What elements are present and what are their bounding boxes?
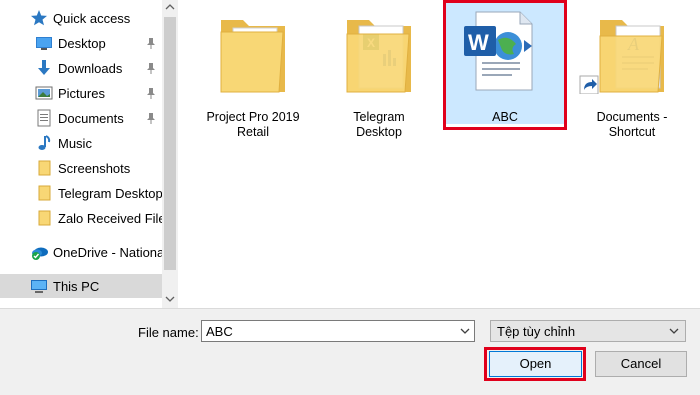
sidebar-item-pictures[interactable]: Pictures: [0, 81, 162, 105]
pin-icon: [146, 37, 156, 49]
folder-shortcut-icon: A: [572, 10, 692, 95]
sidebar-item-desktop[interactable]: Desktop: [0, 31, 162, 55]
documents-icon: [35, 109, 53, 127]
dialog-footer: File name: ABC Tệp tùy chỉnh Open Cancel: [0, 308, 700, 395]
scrollbar-thumb[interactable]: [164, 17, 176, 270]
sidebar-item-downloads[interactable]: Downloads: [0, 56, 162, 80]
folder-icon: [35, 209, 53, 227]
sidebar-scrollbar[interactable]: [162, 0, 178, 308]
chevron-down-icon[interactable]: [669, 324, 679, 334]
folder-excel-icon: X: [319, 10, 439, 94]
file-type-filter[interactable]: Tệp tùy chỉnh: [490, 320, 686, 342]
onedrive-icon: [30, 243, 48, 261]
sidebar-item-telegram-desktop[interactable]: Telegram Desktop: [0, 181, 162, 205]
file-name-value: ABC: [206, 324, 233, 339]
this-pc-icon: [30, 277, 48, 295]
pin-icon: [146, 112, 156, 124]
navigation-pane: Quick access Desktop Downloads Pictures …: [0, 0, 179, 308]
highlight-box-abc: [443, 0, 567, 130]
sidebar-item-documents[interactable]: Documents: [0, 106, 162, 130]
chevron-down-icon[interactable]: [460, 324, 470, 334]
sidebar-item-screenshots[interactable]: Screenshots: [0, 156, 162, 180]
sidebar-item-zalo-received-files[interactable]: Zalo Received Files: [0, 206, 162, 230]
cancel-button[interactable]: Cancel: [595, 351, 687, 377]
scroll-down-icon[interactable]: [165, 294, 175, 304]
file-list: Project Pro 2019 Retail X Telegram Deskt…: [178, 0, 700, 308]
pin-icon: [146, 87, 156, 99]
folder-icon: [35, 184, 53, 202]
folder-icon: [193, 10, 313, 94]
pin-icon: [146, 62, 156, 74]
download-icon: [35, 59, 53, 77]
file-type-value: Tệp tùy chỉnh: [497, 324, 576, 339]
music-icon: [35, 134, 53, 152]
sidebar-item-this-pc[interactable]: This PC: [0, 274, 162, 298]
pictures-icon: [35, 84, 53, 102]
file-item-project-pro-2019-retail[interactable]: Project Pro 2019 Retail: [193, 2, 313, 139]
sidebar-item-quick-access[interactable]: Quick access: [0, 6, 162, 30]
star-icon: [30, 9, 48, 27]
file-name-input[interactable]: ABC: [201, 320, 475, 342]
file-item-telegram-desktop[interactable]: X Telegram Desktop: [319, 2, 439, 139]
sidebar-item-onedrive[interactable]: OneDrive - National: [0, 240, 162, 264]
sidebar-item-music[interactable]: Music: [0, 131, 162, 155]
folder-icon: [35, 159, 53, 177]
file-name-label: File name:: [138, 325, 199, 340]
file-item-documents-shortcut[interactable]: A Documents - Shortcut: [572, 2, 692, 139]
highlight-box-open: [484, 347, 586, 381]
desktop-icon: [35, 34, 53, 52]
scroll-up-icon[interactable]: [165, 2, 175, 12]
